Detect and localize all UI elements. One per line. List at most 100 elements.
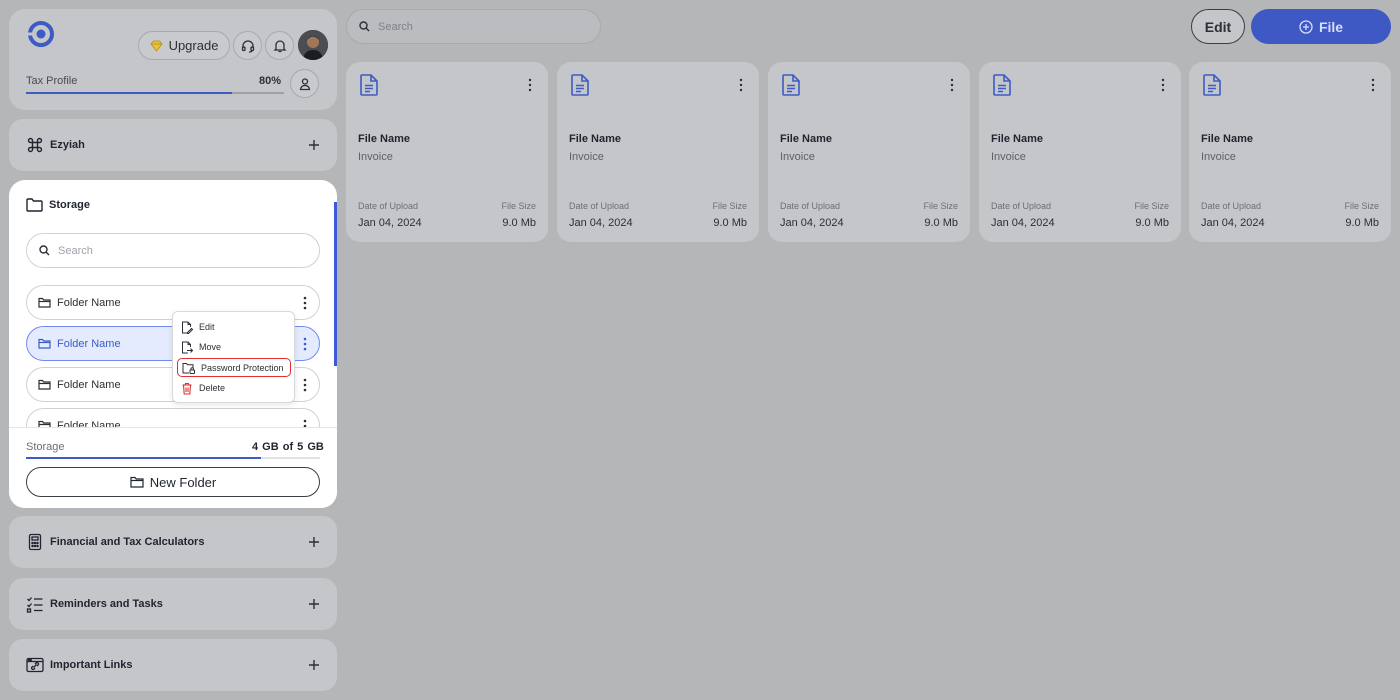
plus-circle-icon [1299, 19, 1313, 34]
profile-card: Upgrade Tax Profile 80% [9, 9, 337, 110]
folder-label: Folder Name [57, 296, 121, 309]
storage-header[interactable]: Storage [26, 198, 90, 212]
calculator-icon [26, 533, 44, 551]
file-size-label: File Size [923, 201, 958, 211]
headset-icon [241, 39, 255, 53]
file-type: Invoice [1201, 151, 1236, 163]
document-icon [569, 73, 591, 97]
menu-item-label: Password Protection [201, 362, 284, 373]
avatar[interactable] [298, 30, 328, 60]
menu-item-label: Edit [199, 322, 215, 332]
document-icon [1201, 73, 1223, 97]
plus-icon[interactable] [308, 659, 320, 671]
file-size: 9.0 Mb [1135, 217, 1169, 229]
file-card[interactable]: File Name Invoice Date of Upload File Si… [979, 62, 1181, 242]
file-size-label: File Size [1134, 201, 1169, 211]
file-size: 9.0 Mb [502, 217, 536, 229]
app-logo-icon[interactable] [26, 20, 56, 48]
trash-icon [181, 382, 193, 395]
document-icon [780, 73, 802, 97]
global-search [346, 9, 601, 44]
upload-date-label: Date of Upload [991, 201, 1052, 211]
storage-usage-text: 4 GB of 5 GB [252, 441, 324, 453]
upload-date-label: Date of Upload [1201, 201, 1262, 211]
file-size-label: File Size [501, 201, 536, 211]
kebab-menu-icon[interactable] [1371, 78, 1375, 92]
plus-icon[interactable] [308, 139, 320, 151]
search-icon [359, 21, 370, 32]
file-size-label: File Size [712, 201, 747, 211]
tax-profile-progress [26, 92, 284, 94]
kebab-menu-icon[interactable] [303, 296, 307, 310]
search-icon [39, 245, 50, 256]
kebab-menu-icon[interactable] [950, 78, 954, 92]
storage-usage-label: Storage [26, 441, 65, 453]
sidebar-item-label: Reminders and Tasks [50, 598, 163, 610]
tax-profile-label: Tax Profile [26, 75, 78, 87]
upgrade-button[interactable]: Upgrade [138, 31, 230, 60]
document-icon [991, 73, 1013, 97]
file-type: Invoice [358, 151, 393, 163]
file-name: File Name [780, 133, 832, 145]
menu-item-password-protection[interactable]: Password Protection [177, 358, 291, 377]
file-type: Invoice [991, 151, 1026, 163]
kebab-menu-icon[interactable] [303, 378, 307, 392]
move-file-icon [181, 341, 193, 354]
file-size-label: File Size [1344, 201, 1379, 211]
sidebar-item-reminders-and-tasks[interactable]: Reminders and Tasks [9, 578, 337, 630]
tax-profile-percent: 80% [259, 75, 282, 87]
new-folder-button[interactable]: New Folder [26, 467, 320, 497]
sidebar-item-important-links[interactable]: Important Links [9, 639, 337, 691]
menu-item-move[interactable]: Move [181, 339, 221, 355]
folder-icon [38, 338, 51, 349]
file-card[interactable]: File Name Invoice Date of Upload File Si… [557, 62, 759, 242]
sidebar-item-label: Financial and Tax Calculators [50, 536, 205, 548]
storage-search [26, 233, 320, 268]
storage-divider [9, 427, 337, 428]
upload-date: Jan 04, 2024 [991, 217, 1055, 229]
storage-search-input[interactable] [58, 244, 258, 257]
global-search-input[interactable] [378, 20, 578, 33]
upload-date: Jan 04, 2024 [569, 217, 633, 229]
upload-date-label: Date of Upload [358, 201, 419, 211]
lock-folder-icon [182, 362, 195, 374]
kebab-menu-icon[interactable] [739, 78, 743, 92]
kebab-menu-icon[interactable] [528, 78, 532, 92]
user-icon [298, 77, 312, 91]
sidebar-item-ezyiah[interactable]: Ezyiah [9, 119, 337, 171]
diamond-icon [150, 40, 163, 52]
storage-usage-bar [26, 457, 320, 459]
notifications-button[interactable] [265, 31, 294, 60]
menu-item-delete[interactable]: Delete [181, 380, 225, 396]
file-card[interactable]: File Name Invoice Date of Upload File Si… [346, 62, 548, 242]
sidebar-item-label: Important Links [50, 659, 133, 671]
plus-icon[interactable] [308, 598, 320, 610]
storage-scrollbar[interactable] [334, 202, 337, 366]
link-window-icon [26, 656, 44, 674]
folder-context-menu: Edit Move Password Protection Delete [172, 311, 295, 403]
new-folder-label: New Folder [149, 474, 217, 490]
kebab-menu-icon[interactable] [1161, 78, 1165, 92]
file-name: File Name [569, 133, 621, 145]
support-button[interactable] [233, 31, 262, 60]
menu-item-label: Move [199, 342, 222, 352]
plus-icon[interactable] [308, 536, 320, 548]
menu-item-edit[interactable]: Edit [181, 319, 215, 335]
folder-plus-icon [130, 476, 144, 488]
tax-profile-progress-fill [26, 92, 233, 94]
file-size: 9.0 Mb [924, 217, 958, 229]
edit-button[interactable]: Edit [1191, 9, 1245, 44]
checklist-icon [26, 595, 44, 613]
document-icon [358, 73, 380, 97]
sidebar-item-financial-and-tax-calculators[interactable]: Financial and Tax Calculators [9, 516, 337, 568]
file-card[interactable]: File Name Invoice Date of Upload File Si… [1189, 62, 1391, 242]
bell-icon [272, 39, 287, 53]
file-size: 9.0 Mb [713, 217, 747, 229]
kebab-menu-icon[interactable] [303, 337, 307, 351]
profile-button[interactable] [290, 69, 319, 98]
file-name: File Name [358, 133, 410, 145]
upload-date-label: Date of Upload [569, 201, 630, 211]
upload-date: Jan 04, 2024 [780, 217, 844, 229]
file-card[interactable]: File Name Invoice Date of Upload File Si… [768, 62, 970, 242]
add-file-button[interactable]: File [1251, 9, 1391, 44]
